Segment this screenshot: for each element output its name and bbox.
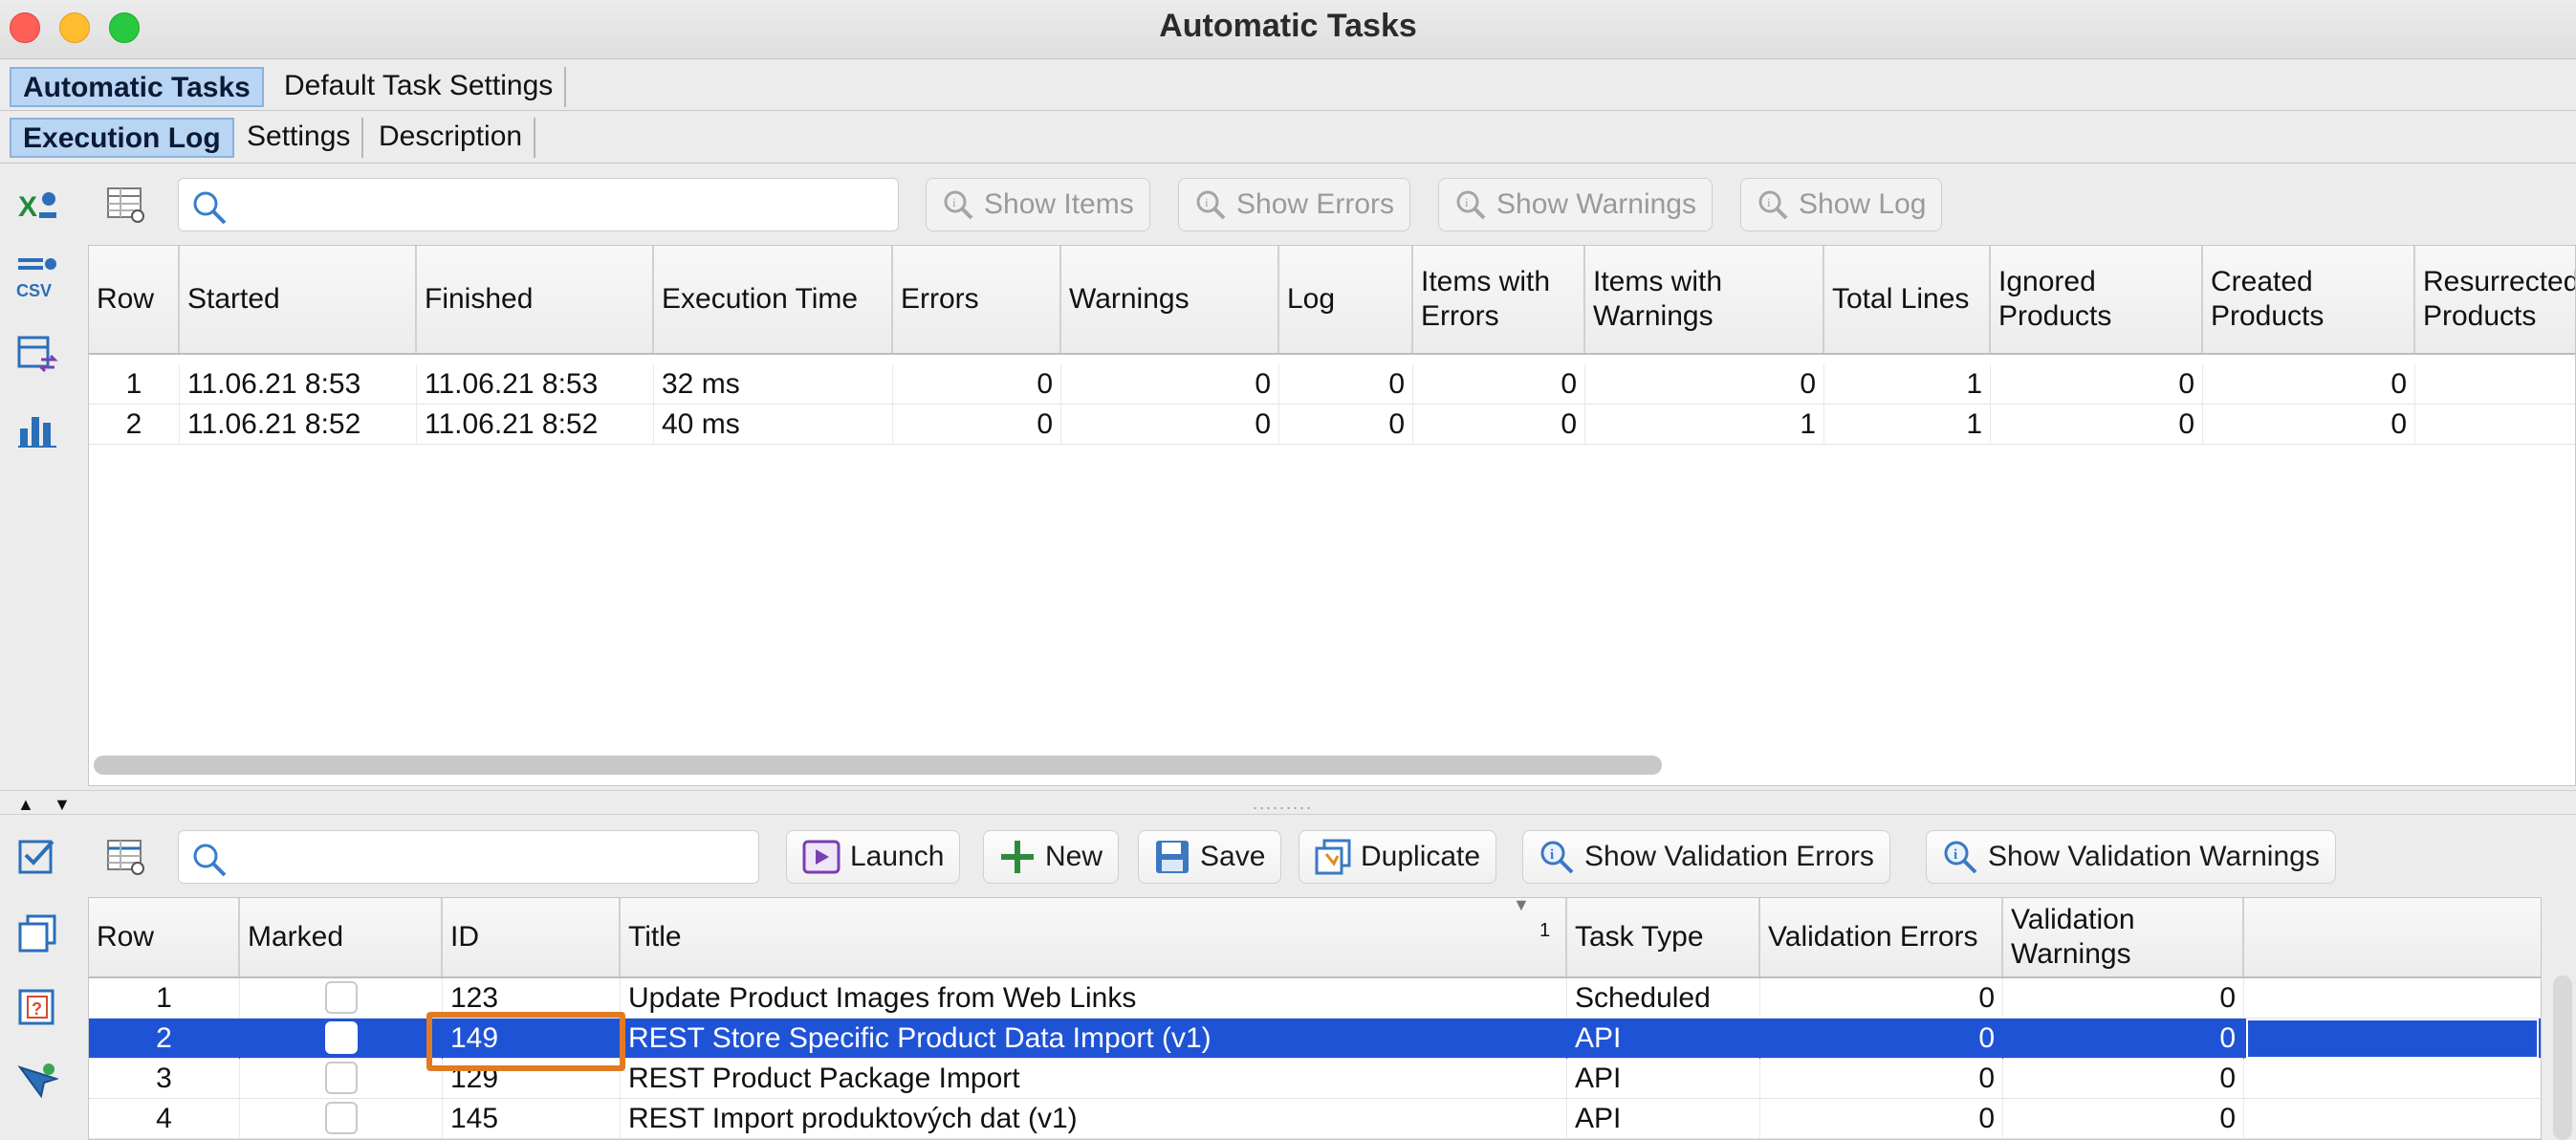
column-header-title[interactable]: Title [621, 898, 1567, 976]
collapse-down-arrow-icon[interactable]: ▼ [54, 795, 71, 815]
panel-splitter[interactable]: ▲ ▼ ......... [0, 790, 2576, 815]
title-bar: Automatic Tasks [0, 0, 2576, 59]
task-table-header: Row Marked ID Title Task Type Validation… [89, 898, 2541, 978]
svg-text:X: X [18, 191, 37, 223]
log-table-header: Row Started Finished Execution Time Erro… [89, 246, 2575, 355]
svg-text:i: i [1954, 847, 1957, 863]
marked-checkbox[interactable] [324, 981, 358, 1015]
duplicate-button[interactable]: Duplicate [1299, 830, 1497, 884]
column-header-row[interactable]: Row [89, 246, 180, 353]
task-table-settings-icon[interactable] [99, 830, 153, 884]
info-search-icon: i [1944, 841, 1977, 874]
svg-text:?: ? [32, 999, 42, 1019]
log-search-input[interactable] [238, 186, 888, 223]
svg-text:i: i [1550, 847, 1554, 863]
table-row[interactable]: 3 129 REST Product Package Import API 0 … [89, 1059, 2541, 1099]
column-header-total-lines[interactable]: Total Lines [1824, 246, 1991, 353]
table-row[interactable]: 4 145 REST Import produktových dat (v1) … [89, 1099, 2541, 1139]
marked-checkbox[interactable] [324, 1062, 358, 1095]
marked-checkbox[interactable] [324, 1021, 358, 1055]
plus-icon [1001, 841, 1034, 873]
column-header-row[interactable]: Row [89, 898, 240, 976]
launch-button[interactable]: Launch [786, 830, 961, 884]
task-search-input[interactable] [238, 839, 749, 875]
column-header-warnings[interactable]: Warnings [1061, 246, 1279, 353]
task-search-field[interactable] [178, 830, 759, 884]
sub-tab-bar: Execution Log Settings Description [0, 112, 2576, 164]
table-transfer-icon[interactable] [10, 329, 65, 383]
column-header-started[interactable]: Started [180, 246, 417, 353]
search-icon [190, 188, 229, 231]
marked-checkbox[interactable] [324, 1102, 358, 1135]
column-header-empty [2244, 898, 2541, 976]
window-title: Automatic Tasks [1159, 8, 1417, 44]
column-header-created-products[interactable]: Created Products [2203, 246, 2415, 353]
column-header-errors[interactable]: Errors [893, 246, 1061, 353]
sort-order-number: 1 [1539, 920, 1551, 941]
help-document-icon[interactable]: ? [10, 979, 65, 1033]
checkbox-list-icon[interactable] [10, 830, 65, 884]
task-vertical-scrollbar[interactable] [2553, 976, 2572, 1140]
column-header-validation-errors[interactable]: Validation Errors [1760, 898, 2003, 976]
copy-window-icon[interactable] [10, 907, 65, 960]
svg-text:i: i [952, 195, 956, 209]
new-button[interactable]: New [983, 830, 1120, 884]
launch-icon [802, 840, 840, 874]
show-validation-warnings-button[interactable]: i Show Validation Warnings [1926, 830, 2336, 884]
bar-chart-icon[interactable] [10, 402, 65, 455]
sort-descending-icon[interactable]: ▼ [1513, 895, 1530, 915]
tab-automatic-tasks[interactable]: Automatic Tasks [10, 67, 264, 107]
info-search-icon: i [1456, 190, 1486, 220]
svg-text:i: i [1465, 195, 1469, 209]
column-header-log[interactable]: Log [1279, 246, 1413, 353]
info-search-icon: i [1540, 841, 1574, 874]
tab-default-task-settings[interactable]: Default Task Settings [273, 67, 567, 107]
save-button[interactable]: Save [1138, 830, 1282, 884]
column-header-validation-warnings[interactable]: Validation Warnings [2003, 898, 2244, 976]
export-excel-icon[interactable]: X [10, 178, 65, 231]
show-items-button[interactable]: i Show Items [926, 178, 1150, 231]
column-header-resurrected-products[interactable]: Resurrected Products [2415, 246, 2575, 353]
column-header-finished[interactable]: Finished [417, 246, 654, 353]
log-search-field[interactable] [178, 178, 899, 231]
info-search-icon: i [1196, 190, 1226, 220]
selected-cell-focus [2246, 1019, 2539, 1059]
column-header-execution-time[interactable]: Execution Time [654, 246, 893, 353]
floppy-disk-icon [1156, 841, 1189, 873]
table-settings-icon[interactable] [99, 178, 153, 231]
splitter-grip-icon[interactable]: ......... [1253, 795, 1313, 812]
svg-text:i: i [1205, 195, 1209, 209]
info-search-icon: i [1758, 190, 1788, 220]
duplicate-icon [1315, 839, 1351, 875]
tab-execution-log[interactable]: Execution Log [10, 118, 234, 158]
show-log-button[interactable]: i Show Log [1740, 178, 1943, 231]
tab-settings[interactable]: Settings [235, 118, 364, 158]
tab-description[interactable]: Description [367, 118, 536, 158]
svg-text:CSV: CSV [16, 281, 52, 300]
column-header-items-with-warnings[interactable]: Items with Warnings [1585, 246, 1824, 353]
column-header-ignored-products[interactable]: Ignored Products [1991, 246, 2203, 353]
svg-text:i: i [1767, 195, 1771, 209]
table-row-selected[interactable]: 2 149 REST Store Specific Product Data I… [89, 1019, 2541, 1059]
column-header-items-with-errors[interactable]: Items with Errors [1413, 246, 1585, 353]
show-warnings-button[interactable]: i Show Warnings [1438, 178, 1713, 231]
show-validation-errors-button[interactable]: i Show Validation Errors [1522, 830, 1890, 884]
column-header-id[interactable]: ID [443, 898, 621, 976]
table-row[interactable]: 1 11.06.21 8:53 11.06.21 8:53 32 ms 0 0 … [89, 364, 2575, 405]
table-row[interactable]: 2 11.06.21 8:52 11.06.21 8:52 40 ms 0 0 … [89, 405, 2575, 445]
column-header-task-type[interactable]: Task Type [1567, 898, 1760, 976]
log-horizontal-scrollbar[interactable] [94, 756, 1662, 775]
export-csv-icon[interactable]: CSV [10, 251, 65, 304]
info-search-icon: i [944, 190, 973, 220]
table-row[interactable]: 1 123 Update Product Images from Web Lin… [89, 978, 2541, 1019]
automatic-tasks-table: Row Marked ID Title Task Type Validation… [88, 897, 2542, 1140]
search-icon [190, 841, 229, 884]
collapse-up-arrow-icon[interactable]: ▲ [17, 795, 34, 815]
pointer-select-icon[interactable] [10, 1054, 65, 1107]
show-errors-button[interactable]: i Show Errors [1178, 178, 1411, 231]
main-tab-bar: Automatic Tasks Default Task Settings [0, 61, 2576, 111]
column-header-marked[interactable]: Marked [240, 898, 443, 976]
execution-log-table: Row Started Finished Execution Time Erro… [88, 245, 2576, 786]
